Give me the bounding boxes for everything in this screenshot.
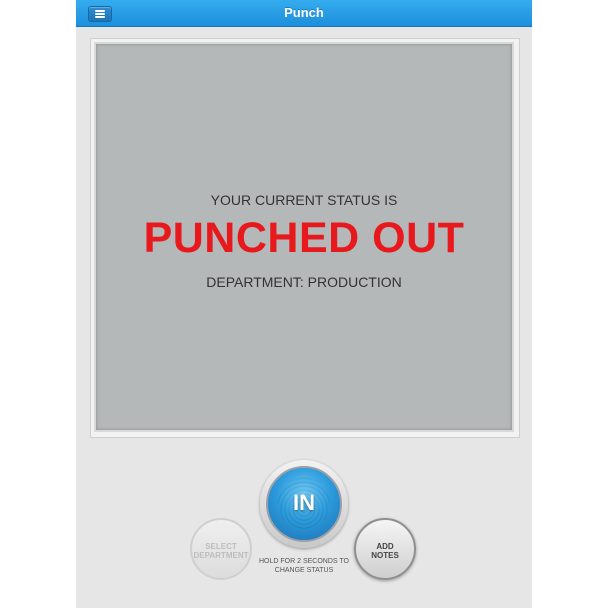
punch-screen: Punch YOUR CURRENT STATUS IS PUNCHED OUT… bbox=[76, 0, 532, 608]
punch-in-button[interactable]: IN bbox=[266, 466, 342, 542]
select-department-button[interactable]: SELECT DEPARTMENT bbox=[190, 518, 252, 580]
department-text: DEPARTMENT: PRODUCTION bbox=[206, 274, 402, 290]
status-panel: YOUR CURRENT STATUS IS PUNCHED OUT DEPAR… bbox=[94, 42, 514, 432]
hold-instruction: HOLD FOR 2 SECONDS TO CHANGE STATUS bbox=[259, 558, 349, 574]
add-notes-button[interactable]: ADD NOTES bbox=[354, 518, 416, 580]
status-value: PUNCHED OUT bbox=[143, 214, 465, 262]
navigation-bar: Punch bbox=[76, 0, 532, 27]
status-intro-text: YOUR CURRENT STATUS IS bbox=[210, 192, 398, 208]
in-button-label: IN bbox=[293, 490, 315, 515]
select-department-label: SELECT DEPARTMENT bbox=[193, 542, 249, 560]
add-notes-label: ADD NOTES bbox=[371, 542, 399, 560]
page-title: Punch bbox=[284, 5, 324, 20]
